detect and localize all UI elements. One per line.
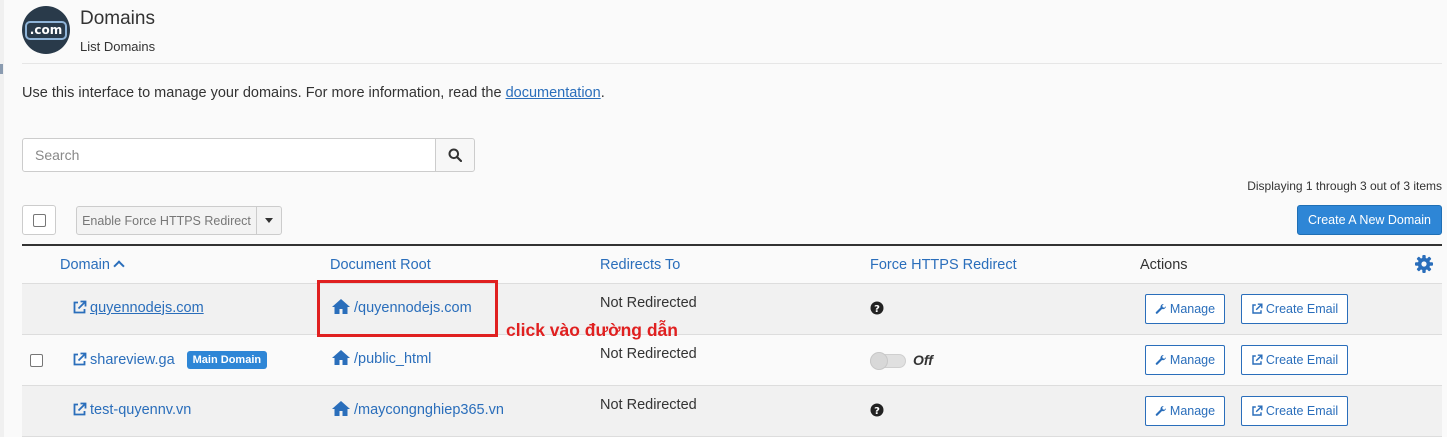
search-icon xyxy=(448,148,462,162)
column-force-https[interactable]: Force HTTPS Redirect xyxy=(870,257,1017,273)
sort-ascending-icon xyxy=(113,260,125,272)
intro-text: Use this interface to manage your domain… xyxy=(22,85,605,101)
manage-button[interactable]: Manage xyxy=(1145,294,1225,324)
document-root-link[interactable]: /public_html xyxy=(354,351,431,367)
domain-cell[interactable]: quyennodejs.com xyxy=(72,300,204,316)
create-email-button[interactable]: Create Email xyxy=(1241,294,1348,324)
documentation-link[interactable]: documentation xyxy=(506,85,601,101)
force-https-toggle[interactable] xyxy=(870,352,906,370)
wrench-icon xyxy=(1155,354,1166,365)
domain-cell[interactable]: test-quyennv.vn xyxy=(72,402,191,418)
wrench-icon xyxy=(1155,303,1166,314)
column-actions: Actions xyxy=(1140,257,1188,273)
domain-link[interactable]: shareview.ga xyxy=(90,352,175,368)
main-domain-badge: Main Domain xyxy=(186,351,268,369)
domains-logo-icon: .com xyxy=(22,6,70,54)
document-root-cell[interactable]: /maycongnghiep365.vn xyxy=(331,400,504,418)
logo-text: .com xyxy=(24,20,68,40)
sidebar-collapse-handle[interactable] xyxy=(0,64,3,74)
home-icon xyxy=(332,350,350,365)
domain-link[interactable]: test-quyennv.vn xyxy=(90,402,191,418)
create-email-label: Create Email xyxy=(1265,353,1339,367)
manage-button[interactable]: Manage xyxy=(1145,396,1225,426)
document-root-cell[interactable]: /public_html xyxy=(331,349,431,367)
external-link-icon xyxy=(73,402,87,416)
home-icon xyxy=(332,401,350,416)
column-domain[interactable]: Domain xyxy=(60,257,125,273)
manage-button[interactable]: Manage xyxy=(1145,345,1225,375)
intro-suffix: . xyxy=(600,85,605,101)
select-all-checkbox[interactable] xyxy=(32,213,46,227)
svg-text:?: ? xyxy=(874,406,880,417)
document-root-link[interactable]: /maycongnghiep365.vn xyxy=(354,402,504,418)
column-domain-label: Domain xyxy=(60,257,110,273)
external-link-icon xyxy=(73,352,87,366)
create-email-label: Create Email xyxy=(1265,302,1339,316)
select-all-control[interactable] xyxy=(22,205,56,235)
wrench-icon xyxy=(1155,405,1166,416)
redirects-to-cell: Not Redirected xyxy=(600,295,697,311)
redirects-to-cell: Not Redirected xyxy=(600,397,697,413)
page-title: Domains xyxy=(80,8,155,29)
row-checkbox[interactable] xyxy=(30,354,43,367)
domain-link[interactable]: quyennodejs.com xyxy=(90,300,204,316)
toggle-state-label: Off xyxy=(913,352,933,368)
page-header: .com Domains List Domains xyxy=(22,6,1442,64)
external-link-icon xyxy=(73,300,87,314)
page-subtitle: List Domains xyxy=(80,39,156,54)
column-document-root[interactable]: Document Root xyxy=(330,257,431,273)
pagination-summary: Displaying 1 through 3 out of 3 items xyxy=(1247,179,1442,193)
redirects-to-cell: Not Redirected xyxy=(600,346,697,362)
create-email-button[interactable]: Create Email xyxy=(1241,345,1348,375)
gear-icon[interactable] xyxy=(1414,254,1434,279)
enable-force-https-button[interactable]: Enable Force HTTPS Redirect xyxy=(76,206,257,235)
svg-text:?: ? xyxy=(874,304,880,315)
create-email-label: Create Email xyxy=(1265,404,1339,418)
create-email-button[interactable]: Create Email xyxy=(1241,396,1348,426)
domain-cell[interactable]: shareview.ga Main Domain xyxy=(72,351,268,369)
manage-label: Manage xyxy=(1169,404,1216,418)
annotation-highlight-box xyxy=(317,280,498,337)
external-link-icon xyxy=(1252,354,1263,365)
https-dropdown-toggle[interactable] xyxy=(256,206,282,235)
help-icon[interactable]: ? xyxy=(870,301,884,319)
annotation-label: click vào đường dẫn xyxy=(506,320,678,340)
toggle-knob xyxy=(870,352,888,370)
intro-sentence: Use this interface to manage your domain… xyxy=(22,85,506,101)
external-link-icon xyxy=(1252,303,1263,314)
table-row: test-quyennv.vn /maycongnghiep365.vn Not… xyxy=(22,386,1442,437)
table-row: quyennodejs.com /quyennodejs.com Not Red… xyxy=(22,284,1442,335)
column-redirects-to[interactable]: Redirects To xyxy=(600,257,680,273)
manage-label: Manage xyxy=(1169,353,1216,367)
table-header: Domain Document Root Redirects To Force … xyxy=(22,244,1442,284)
chevron-down-icon xyxy=(265,218,273,223)
table-row: shareview.ga Main Domain /public_html Not… xyxy=(22,335,1442,386)
search-button[interactable] xyxy=(435,138,475,172)
create-domain-button[interactable]: Create A New Domain xyxy=(1297,205,1442,235)
search-group xyxy=(22,138,475,172)
search-input[interactable] xyxy=(22,138,436,172)
manage-label: Manage xyxy=(1169,302,1216,316)
help-icon[interactable]: ? xyxy=(870,403,884,421)
external-link-icon xyxy=(1252,405,1263,416)
